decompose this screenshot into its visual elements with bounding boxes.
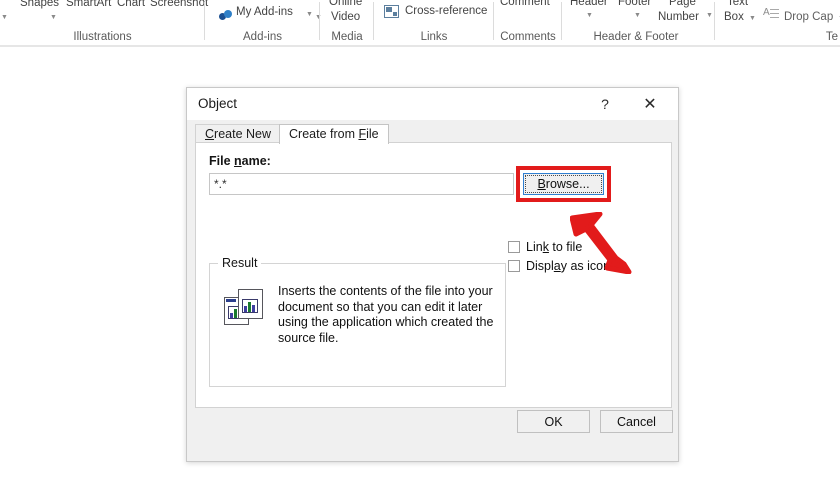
help-icon[interactable]: ? — [588, 88, 622, 119]
ribbon-command-shapes[interactable]: Shapes — [20, 0, 59, 9]
checkbox-box-display-as-icon[interactable] — [508, 260, 520, 272]
chart-glyph-front — [242, 299, 258, 313]
ribbon-group-add-ins: My Add-ins ▼ Add-ins — [205, 0, 320, 45]
checkbox-label-display-as-icon: Display as icon — [526, 259, 611, 273]
ribbon-command-online[interactable]: Online — [329, 0, 362, 8]
checkbox-box-link-to-file[interactable] — [508, 241, 520, 253]
ribbon-command-comment[interactable]: Comment — [500, 0, 550, 8]
result-description: Inserts the contents of the file into yo… — [278, 284, 494, 345]
cancel-button[interactable]: Cancel — [600, 410, 673, 433]
ribbon-caret-header[interactable]: ▼ — [586, 12, 593, 19]
ribbon-group-text: Text Box ▼ A Drop Cap ▼ Te — [715, 0, 840, 45]
ribbon-caret-footer[interactable]: ▼ — [634, 12, 641, 19]
browse-button[interactable]: Browse... — [523, 173, 604, 195]
doc-titlebar-back — [226, 299, 236, 302]
tab-create-new[interactable]: Create New — [195, 124, 282, 143]
drop-cap-icon: A — [763, 8, 779, 21]
result-legend: Result — [218, 256, 262, 270]
ok-button[interactable]: OK — [517, 410, 590, 433]
ribbon-command-page[interactable]: Page — [669, 0, 696, 8]
dialog-titlebar: Object ? ✕ — [187, 88, 678, 120]
ribbon-command-chart[interactable]: Chart — [117, 0, 145, 9]
tab-create-from-file[interactable]: Create from File — [279, 124, 389, 144]
ribbon-command-screenshot[interactable]: Screenshot — [150, 0, 208, 9]
checkbox-display-as-icon[interactable]: Display as icon — [508, 259, 610, 273]
screen-root: Shapes SmartArt Chart Screenshot ▼ ▼ ▼ I… — [0, 0, 840, 500]
ribbon-group-title-media: Media — [331, 31, 363, 43]
ribbon-group-media: Online Video Media — [320, 0, 374, 45]
dialog-title: Object — [198, 96, 238, 111]
result-group: Result Inserts the contents of the file … — [209, 256, 506, 387]
ribbon-group-header-footer: Header Footer Page Number ▼ ▼ ▼ Header &… — [562, 0, 715, 45]
ribbon-caret-page-number[interactable]: ▼ — [706, 12, 713, 19]
object-dialog: Object ? ✕ Create New Create from File F… — [186, 87, 679, 462]
filename-label: File name: — [209, 154, 271, 168]
ribbon-group-title-comments: Comments — [500, 31, 556, 43]
document-chart-icon — [224, 289, 266, 327]
ribbon-command-drop-cap[interactable]: Drop Cap — [784, 11, 833, 23]
ribbon-group-title-links: Links — [420, 31, 448, 43]
ribbon-group-links: Cross-reference Links — [374, 0, 494, 45]
ribbon-caret-left-edge[interactable]: ▼ — [1, 14, 8, 21]
ribbon-group-comments: Comment Comments — [494, 0, 562, 45]
ribbon-bottom-divider — [0, 45, 840, 47]
ribbon-group-title-header-footer: Header & Footer — [593, 31, 679, 43]
ribbon-group-title-text: Te — [825, 31, 838, 43]
browse-button-label: Browse... — [537, 177, 590, 191]
ribbon-command-my-add-ins[interactable]: My Add-ins — [236, 6, 293, 18]
ribbon-command-smartart[interactable]: SmartArt — [66, 0, 111, 9]
ribbon-command-header[interactable]: Header — [570, 0, 608, 8]
ribbon-group-illustrations: Shapes SmartArt Chart Screenshot ▼ ▼ ▼ I… — [0, 0, 322, 45]
ribbon: Shapes SmartArt Chart Screenshot ▼ ▼ ▼ I… — [0, 0, 840, 47]
checkbox-label-link-to-file: Link to file — [526, 240, 583, 254]
ribbon-caret-text-box[interactable]: ▼ — [749, 15, 756, 22]
add-ins-icon — [219, 10, 232, 23]
checkbox-link-to-file[interactable]: Link to file — [508, 240, 582, 254]
cross-reference-icon — [384, 5, 399, 18]
ribbon-command-page-number[interactable]: Number — [658, 11, 699, 23]
close-icon[interactable]: ✕ — [633, 88, 667, 119]
ribbon-group-title-illustrations: Illustrations — [73, 31, 132, 43]
ribbon-caret-shapes[interactable]: ▼ — [50, 14, 57, 21]
ribbon-command-cross-reference[interactable]: Cross-reference — [405, 5, 487, 17]
ribbon-command-text-box[interactable]: Box — [724, 11, 744, 23]
ribbon-caret-my-add-ins[interactable]: ▼ — [306, 11, 313, 18]
tab-panel-create-from-file: File name: Browse... Link to file Displa… — [195, 142, 672, 408]
ribbon-command-footer[interactable]: Footer — [618, 0, 651, 8]
dialog-tabstrip: Create New Create from File — [195, 124, 672, 144]
ribbon-group-title-add-ins: Add-ins — [243, 31, 282, 43]
filename-input[interactable] — [209, 173, 514, 195]
ribbon-command-text[interactable]: Text — [727, 0, 748, 8]
document-page-front — [238, 289, 263, 319]
ribbon-command-video[interactable]: Video — [331, 11, 360, 23]
